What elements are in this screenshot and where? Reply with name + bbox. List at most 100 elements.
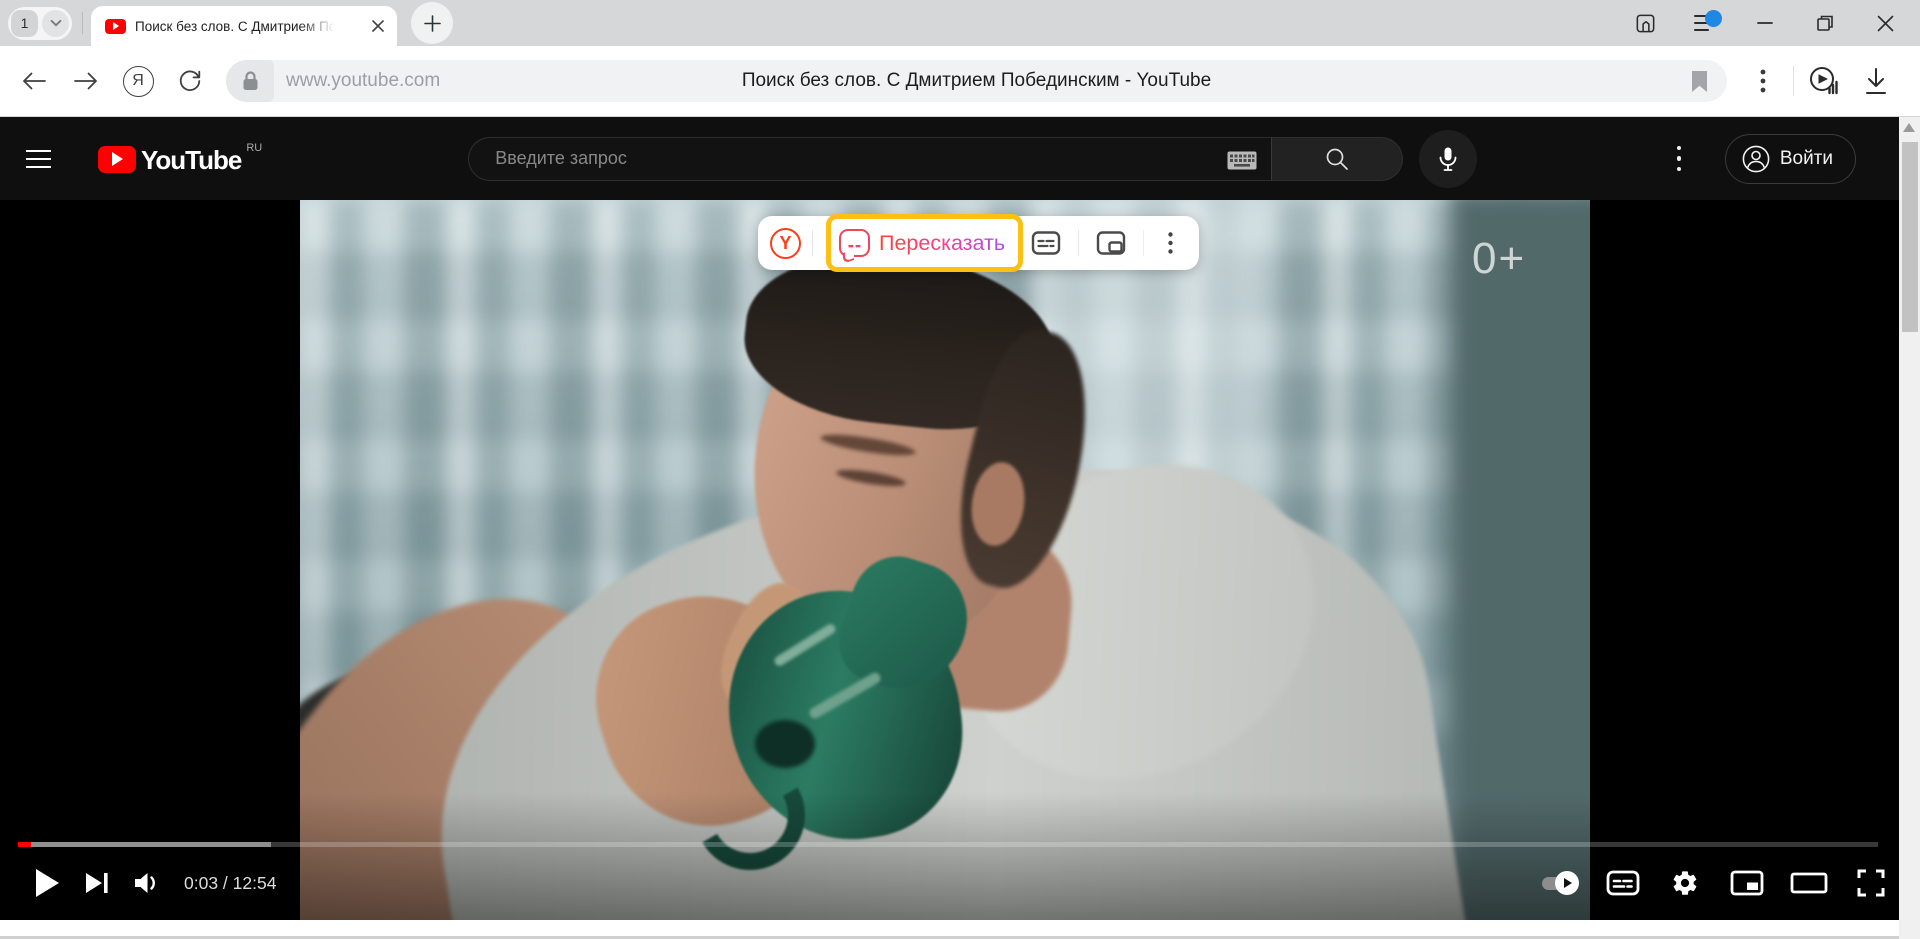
close-icon	[371, 19, 385, 33]
search-input[interactable]	[495, 148, 1185, 169]
sync-notification-dot	[1705, 10, 1722, 27]
scrollbar-thumb[interactable]	[1902, 142, 1918, 332]
next-icon	[84, 870, 110, 896]
forward-arrow-icon	[73, 71, 99, 91]
overlay-separator	[1078, 230, 1079, 256]
theater-mode-icon	[1790, 871, 1828, 895]
summarize-button[interactable]: “ Пересказать	[826, 214, 1023, 272]
play-icon	[34, 868, 60, 898]
fullscreen-icon	[1856, 868, 1886, 898]
tab-count[interactable]: 1	[11, 10, 38, 37]
restore-icon	[1815, 13, 1835, 33]
next-video-button[interactable]	[72, 858, 122, 908]
settings-button[interactable]	[1660, 858, 1710, 908]
page-bottom-strip	[0, 920, 1920, 939]
minimize-icon	[1757, 21, 1773, 25]
fullscreen-button[interactable]	[1846, 858, 1896, 908]
downloads-button[interactable]	[1854, 59, 1898, 103]
subtitles-button[interactable]	[1598, 858, 1648, 908]
person-icon	[1742, 145, 1770, 173]
tab-bar: 1 Поиск без слов. С Дмитрием Побединским…	[0, 0, 1920, 46]
youtube-logo[interactable]: YouTube RU	[98, 142, 262, 176]
scrollbar-up-arrow[interactable]	[1903, 123, 1915, 132]
browser-menu-button[interactable]	[1741, 59, 1785, 103]
progress-played	[18, 842, 31, 847]
play-button[interactable]	[22, 858, 72, 908]
kebab-menu-icon	[1168, 232, 1173, 254]
page-title: Поиск без слов. С Дмитрием Побединским -…	[226, 70, 1727, 92]
quote-bubble-icon: “	[839, 229, 870, 257]
video-progress-bar[interactable]	[18, 842, 1878, 847]
youtube-logo-text: YouTube	[141, 145, 241, 176]
youtube-region-label: RU	[246, 142, 262, 154]
tab-list-dropdown[interactable]	[42, 10, 69, 37]
video-translate-button[interactable]	[1802, 59, 1846, 103]
tab-close-button[interactable]	[369, 17, 387, 35]
miniplayer-button[interactable]	[1722, 858, 1772, 908]
video-player-stage[interactable]: 0+ Y “ Пересказать	[0, 200, 1920, 920]
video-frame[interactable]	[300, 200, 1590, 920]
summarize-label: Пересказать	[879, 231, 1005, 256]
theater-mode-button[interactable]	[1784, 858, 1834, 908]
youtube-favicon-icon	[105, 19, 126, 34]
yandex-search-button[interactable]: Я	[116, 59, 160, 103]
sidebar-panel-button[interactable]	[1632, 10, 1658, 36]
lock-icon	[241, 70, 260, 92]
picture-in-picture-icon	[1096, 230, 1126, 256]
sign-in-button[interactable]: Войти	[1725, 134, 1856, 184]
time-display: 0:03 / 12:54	[184, 873, 276, 894]
yandex-logo-button[interactable]: Y	[770, 228, 801, 259]
back-button[interactable]	[12, 59, 56, 103]
overlay-more-button[interactable]	[1155, 222, 1185, 264]
search-box[interactable]	[468, 137, 1271, 181]
overlay-subtitles-button[interactable]	[1025, 222, 1067, 264]
yandex-ya-icon: Я	[123, 66, 154, 97]
chevron-down-icon	[50, 19, 62, 27]
close-icon	[1877, 15, 1894, 32]
subtitles-icon	[1031, 230, 1061, 256]
video-translate-icon	[1807, 65, 1841, 97]
close-window-button[interactable]	[1872, 10, 1898, 36]
search-area	[468, 130, 1477, 188]
overlay-separator	[1143, 230, 1144, 256]
overlay-pip-button[interactable]	[1090, 222, 1132, 264]
age-rating-badge: 0+	[1472, 234, 1526, 284]
minimize-button[interactable]	[1752, 10, 1778, 36]
search-button[interactable]	[1271, 137, 1403, 181]
youtube-header: YouTube RU	[0, 117, 1920, 200]
new-tab-button[interactable]	[411, 2, 453, 44]
site-security-chip[interactable]	[226, 60, 274, 102]
browser-window: 1 Поиск без слов. С Дмитрием Побединским…	[0, 0, 1920, 939]
youtube-play-icon	[98, 146, 136, 173]
yandex-video-overlay-toolbar: Y “ Пересказать	[758, 216, 1199, 270]
volume-button[interactable]	[122, 858, 172, 908]
sign-in-label: Войти	[1780, 148, 1833, 170]
youtube-settings-menu-button[interactable]	[1659, 139, 1699, 179]
overlay-separator	[812, 230, 813, 256]
bookmarks-panel-icon	[1634, 12, 1657, 35]
virtual-keyboard-button[interactable]	[1227, 151, 1257, 170]
browser-toolbar: Я www.youtube.com Поиск без слов. С Дмит…	[0, 46, 1920, 117]
miniplayer-icon	[1730, 869, 1764, 897]
reload-icon	[177, 68, 203, 94]
volume-icon	[133, 871, 161, 895]
microphone-icon	[1436, 146, 1460, 172]
restore-window-button[interactable]	[1812, 10, 1838, 36]
address-bar[interactable]: www.youtube.com Поиск без слов. С Дмитри…	[226, 60, 1727, 102]
autoplay-toggle[interactable]	[1532, 858, 1586, 908]
browser-profile-menu-button[interactable]	[1692, 10, 1718, 36]
forward-button[interactable]	[64, 59, 108, 103]
tab-counter[interactable]: 1	[8, 7, 72, 40]
page-scrollbar[interactable]	[1899, 117, 1920, 939]
bookmark-button[interactable]	[1690, 70, 1709, 93]
active-tab[interactable]: Поиск без слов. С Дмитрием Побединским -…	[91, 6, 397, 46]
subtitles-icon	[1606, 869, 1640, 897]
bookmark-flag-icon	[1690, 70, 1709, 93]
back-arrow-icon	[21, 71, 47, 91]
youtube-menu-button[interactable]	[26, 139, 66, 179]
gear-icon	[1671, 869, 1699, 897]
video-art-chameleon-spot	[755, 720, 815, 768]
reload-button[interactable]	[168, 59, 212, 103]
plus-icon	[424, 15, 441, 32]
voice-search-button[interactable]	[1419, 130, 1477, 188]
